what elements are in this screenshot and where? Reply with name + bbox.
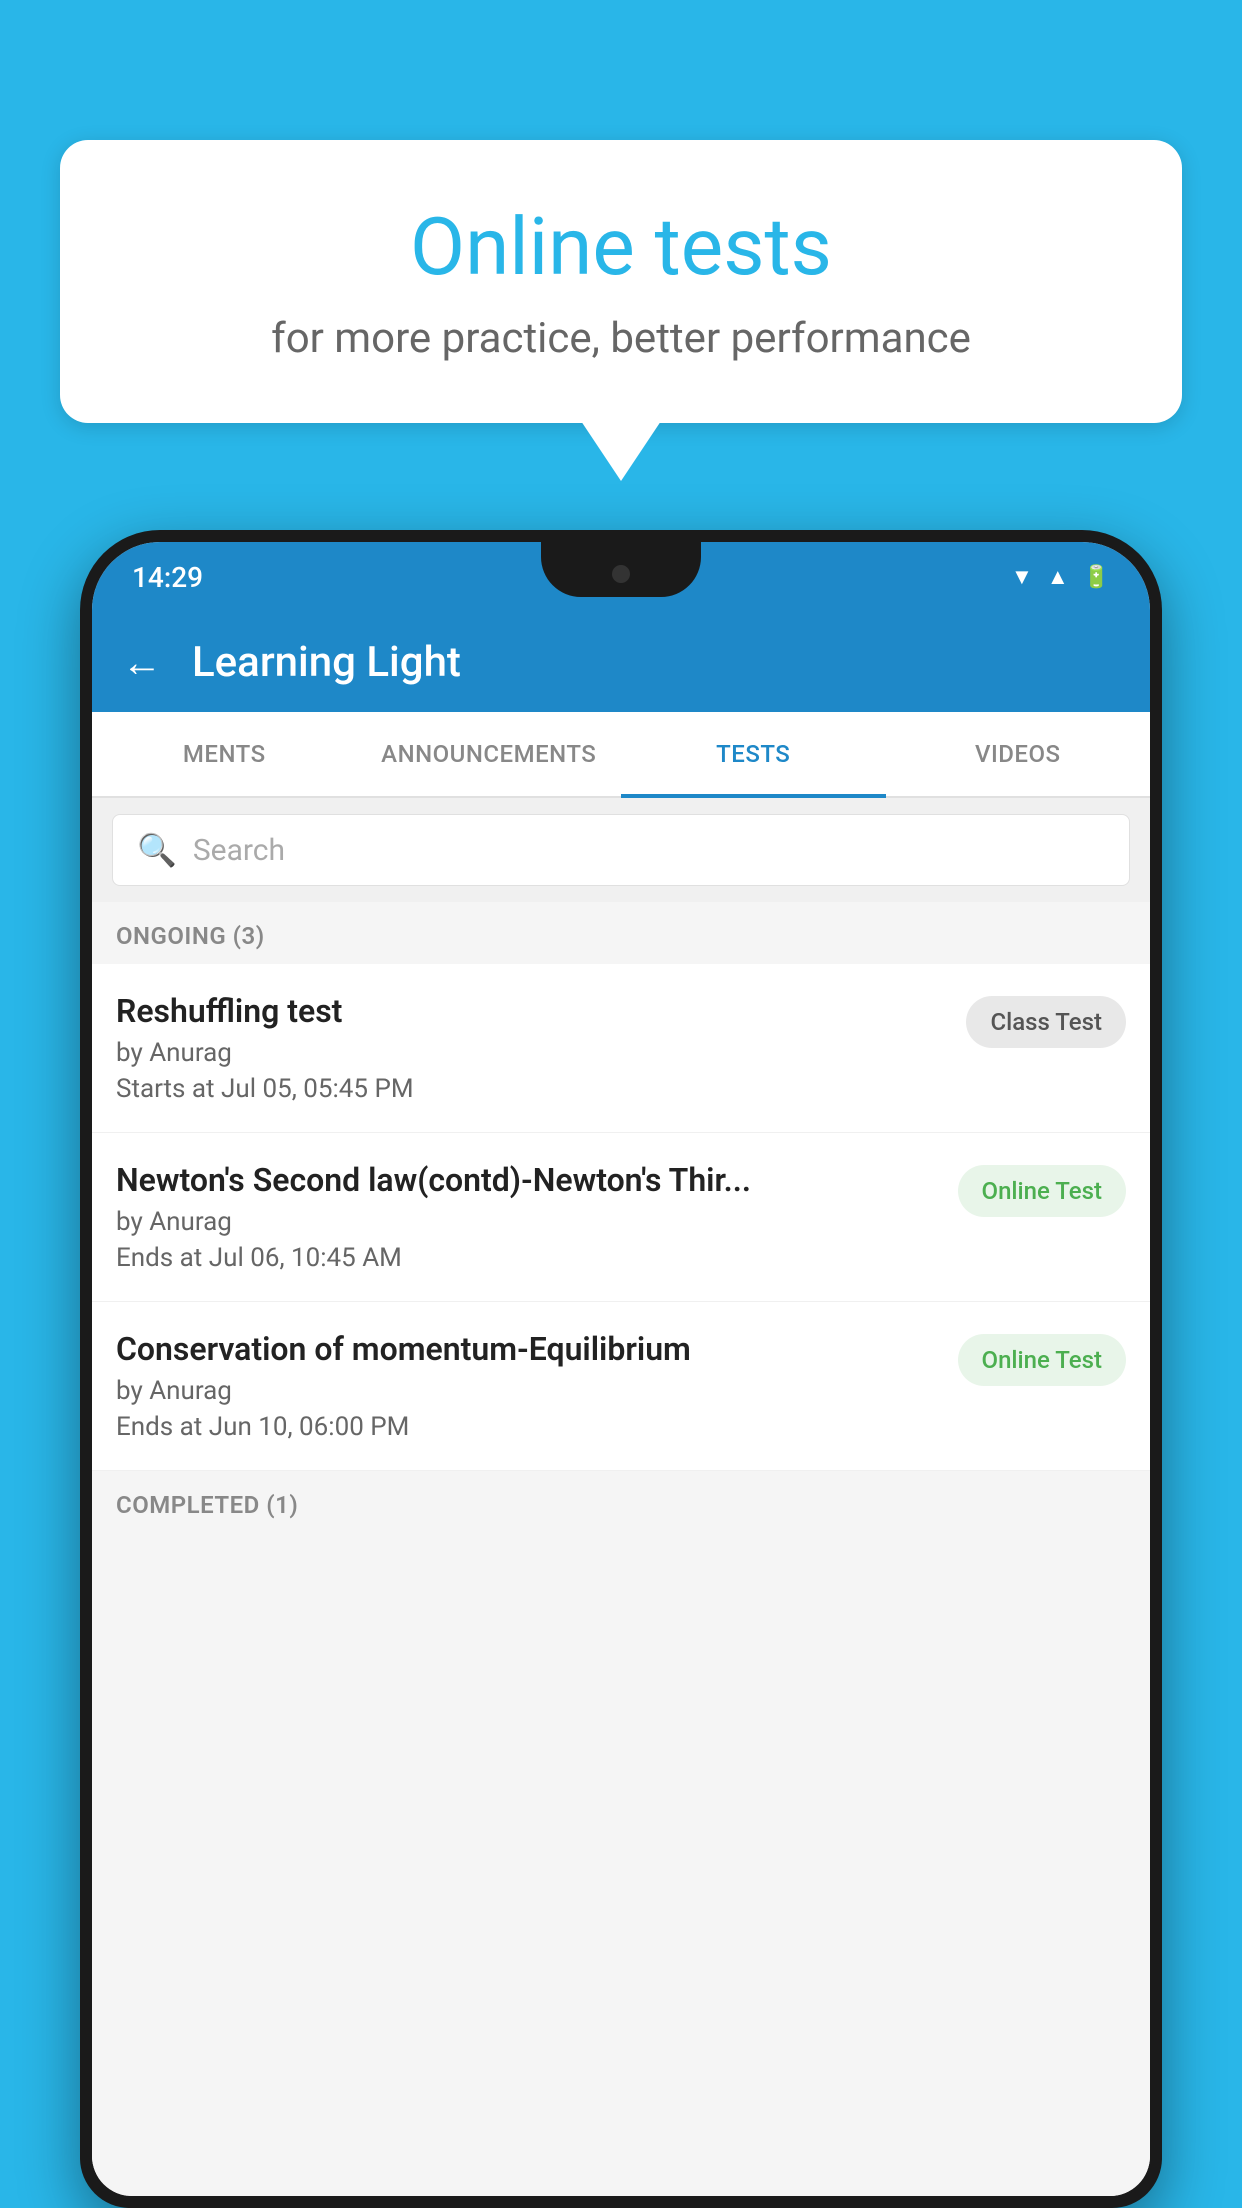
test-item-1-left: Reshuffling test by Anurag Starts at Jul… (116, 992, 946, 1104)
ongoing-title: ONGOING (3) (116, 922, 265, 950)
status-bar: 14:29 ▼ ▲ 🔋 (92, 542, 1150, 612)
test-badge-2: Online Test (958, 1165, 1126, 1217)
notch (541, 542, 701, 597)
speech-bubble-subtitle: for more practice, better performance (140, 314, 1102, 363)
tab-ments[interactable]: MENTS (92, 712, 357, 796)
app-bar: ← Learning Light (92, 612, 1150, 712)
back-button[interactable]: ← (122, 639, 162, 686)
test-item-3[interactable]: Conservation of momentum-Equilibrium by … (92, 1302, 1150, 1471)
test-item-2-left: Newton's Second law(contd)-Newton's Thir… (116, 1161, 938, 1273)
test-time-1: Starts at Jul 05, 05:45 PM (116, 1074, 946, 1104)
camera (612, 565, 630, 583)
completed-section-header: COMPLETED (1) (92, 1471, 1150, 1533)
battery-icon: 🔋 (1083, 565, 1110, 590)
test-time-3: Ends at Jun 10, 06:00 PM (116, 1412, 938, 1442)
test-item-1[interactable]: Reshuffling test by Anurag Starts at Jul… (92, 964, 1150, 1133)
tab-announcements[interactable]: ANNOUNCEMENTS (357, 712, 622, 796)
speech-bubble-title: Online tests (140, 200, 1102, 294)
app-title: Learning Light (192, 638, 461, 687)
test-item-2[interactable]: Newton's Second law(contd)-Newton's Thir… (92, 1133, 1150, 1302)
tabs-container: MENTS ANNOUNCEMENTS TESTS VIDEOS (92, 712, 1150, 798)
phone-inner: 14:29 ▼ ▲ 🔋 ← Learning Light MENTS ANNOU… (92, 542, 1150, 2196)
speech-bubble: Online tests for more practice, better p… (60, 140, 1182, 423)
test-author-2: by Anurag (116, 1207, 938, 1237)
search-container: 🔍 Search (92, 798, 1150, 902)
wifi-icon: ▼ (1011, 564, 1033, 590)
search-input[interactable]: Search (193, 833, 285, 868)
speech-bubble-container: Online tests for more practice, better p… (60, 140, 1182, 481)
test-author-3: by Anurag (116, 1376, 938, 1406)
test-item-3-left: Conservation of momentum-Equilibrium by … (116, 1330, 938, 1442)
test-time-2: Ends at Jul 06, 10:45 AM (116, 1243, 938, 1273)
test-author-1: by Anurag (116, 1038, 946, 1068)
tab-videos[interactable]: VIDEOS (886, 712, 1151, 796)
phone-frame: 14:29 ▼ ▲ 🔋 ← Learning Light MENTS ANNOU… (80, 530, 1162, 2208)
test-name-2: Newton's Second law(contd)-Newton's Thir… (116, 1161, 938, 1199)
content-area: ONGOING (3) Reshuffling test by Anurag S… (92, 902, 1150, 2196)
completed-title: COMPLETED (1) (116, 1491, 298, 1519)
tab-tests[interactable]: TESTS (621, 712, 886, 796)
ongoing-section-header: ONGOING (3) (92, 902, 1150, 964)
status-icons: ▼ ▲ 🔋 (1011, 564, 1110, 590)
search-bar[interactable]: 🔍 Search (112, 814, 1130, 886)
test-badge-1: Class Test (966, 996, 1126, 1048)
signal-icon: ▲ (1047, 564, 1069, 590)
status-time: 14:29 (132, 561, 203, 594)
test-name-3: Conservation of momentum-Equilibrium (116, 1330, 938, 1368)
search-icon: 🔍 (137, 831, 177, 869)
test-badge-3: Online Test (958, 1334, 1126, 1386)
test-name-1: Reshuffling test (116, 992, 946, 1030)
speech-bubble-tail (581, 421, 661, 481)
